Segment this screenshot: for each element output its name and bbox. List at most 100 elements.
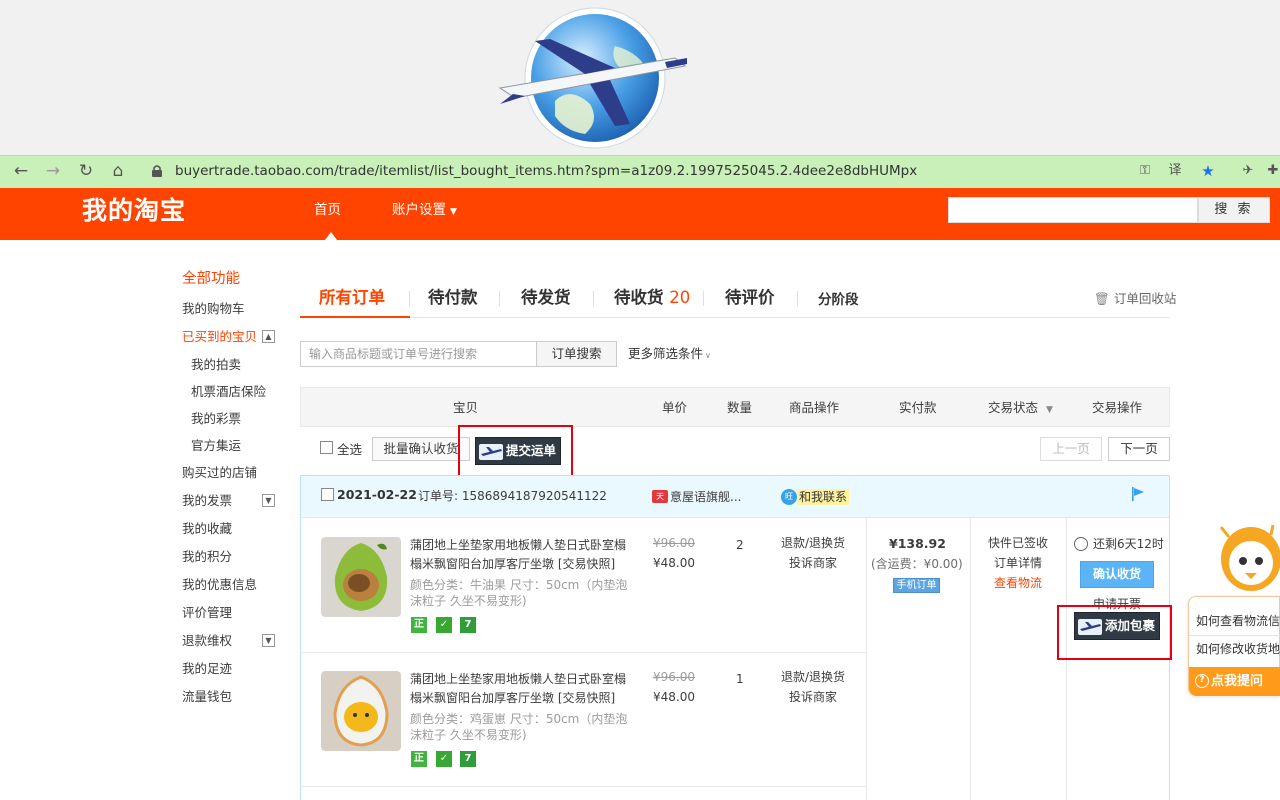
quantity: 2 — [736, 538, 744, 552]
refund-link[interactable]: 退款/退换货 — [781, 533, 845, 553]
url-text[interactable]: buyertrade.taobao.com/trade/itemlist/lis… — [175, 161, 917, 181]
extensions-puzzle-icon[interactable]: ✚ — [1266, 162, 1280, 180]
chevron-down-icon: ∨ — [705, 351, 711, 360]
nav-account-label: 账户设置 — [392, 202, 446, 218]
order-detail-link[interactable]: 订单详情 — [994, 553, 1042, 573]
chat-icon[interactable]: 旺 — [781, 489, 797, 505]
order-date: 2021-02-22 — [337, 487, 417, 502]
bookmark-star-icon[interactable]: ★ — [1198, 162, 1218, 180]
service-badge-icon: ✓ — [436, 617, 452, 633]
col-divider — [866, 518, 867, 800]
translate-icon[interactable]: 译 — [1165, 162, 1185, 180]
help-question-logistics[interactable]: 如何查看物流信息 — [1196, 613, 1280, 629]
recycle-label: 订单回收站 — [1113, 291, 1177, 306]
sidebar-item-footprints[interactable]: 我的足迹 — [182, 661, 232, 677]
expand-down-icon[interactable]: ▼ — [262, 494, 275, 507]
ask-question-button[interactable]: ? 点我提问 — [1189, 667, 1280, 696]
sidebar-item-invoice[interactable]: 我的发票 — [182, 493, 232, 509]
nav-home[interactable]: 首页 — [314, 201, 341, 219]
batch-confirm-button[interactable]: 批量确认收货 — [372, 437, 470, 461]
complain-link[interactable]: 投诉商家 — [789, 553, 837, 573]
tab-unshipped[interactable]: 待发货 — [521, 287, 571, 309]
order-checkbox[interactable] — [321, 488, 334, 501]
tab-all-orders[interactable]: 所有订单 — [319, 287, 385, 309]
col-status[interactable]: 交易状态 ▼ — [988, 400, 1053, 418]
active-nav-caret-icon — [325, 232, 337, 240]
sidebar-item-dataflow[interactable]: 流量钱包 — [182, 689, 232, 705]
col-unit-price: 单价 — [662, 400, 688, 415]
tab-separator — [797, 291, 798, 306]
shop-name-link[interactable]: 意屋语旗舰... — [670, 489, 741, 505]
col-item-ops: 商品操作 — [789, 400, 840, 415]
tmall-shop-icon: 天 — [652, 490, 668, 503]
more-filters-link[interactable]: 更多筛选条件 ∨ — [628, 346, 711, 364]
select-all-checkbox[interactable] — [320, 441, 333, 454]
tab-unreceived-count: 20 — [669, 288, 691, 307]
reload-icon[interactable]: ↻ — [75, 160, 97, 182]
home-icon[interactable]: ⌂ — [107, 160, 129, 182]
brand-logo[interactable]: 我的淘宝 — [82, 194, 186, 228]
order-search-button[interactable]: 订单搜索 — [536, 341, 617, 367]
key-icon[interactable]: ⚿ — [1135, 162, 1155, 180]
product-title-link[interactable]: 蒲团地上坐垫家用地板懒人垫日式卧室榻榻米飘窗阳台加厚客厅坐墩 [交易快照] — [410, 536, 635, 574]
lock-icon[interactable] — [150, 164, 164, 178]
tab-phased[interactable]: 分阶段 — [818, 289, 859, 311]
confirm-receipt-button[interactable]: 确认收货 — [1080, 561, 1154, 588]
select-all-label[interactable]: 全选 — [337, 442, 362, 458]
plane-icon — [479, 444, 503, 460]
status-signed: 快件已签收 — [988, 536, 1049, 550]
product-title-link[interactable]: 蒲团地上坐垫家用地板懒人垫日式卧室榻榻米飘窗阳台加厚客厅坐墩 [交易快照] — [410, 670, 635, 708]
sidebar-item-reviews[interactable]: 评价管理 — [182, 605, 232, 621]
complain-link[interactable]: 投诉商家 — [789, 687, 837, 707]
tab-unpaid[interactable]: 待付款 — [428, 287, 478, 309]
product-attributes: 颜色分类：鸡蛋崽 尺寸：50cm（内垫泡沫粒子 久坐不易变形) — [410, 712, 628, 742]
plane-globe-logo — [498, 7, 687, 149]
sidebar-item-coupons[interactable]: 我的优惠信息 — [182, 577, 257, 593]
tab-separator — [499, 291, 500, 306]
back-icon[interactable]: ← — [10, 160, 32, 182]
tab-unreceived[interactable]: 待收货 20 — [614, 287, 690, 309]
forward-icon[interactable]: → — [42, 160, 64, 182]
help-divider — [1189, 635, 1280, 636]
col-divider — [970, 518, 971, 800]
header-search-button[interactable]: 搜 索 — [1198, 197, 1270, 223]
sidebar-item-auction[interactable]: 我的拍卖 — [191, 357, 241, 373]
genuine-badge-icon: 正 — [411, 617, 427, 633]
sidebar-item-cart[interactable]: 我的购物车 — [182, 301, 245, 317]
sidebar-item-bought[interactable]: 已买到的宝贝 — [182, 329, 257, 345]
collapse-up-icon[interactable]: ▲ — [262, 330, 275, 343]
sidebar-item-points[interactable]: 我的积分 — [182, 549, 232, 565]
header-search-input[interactable] — [948, 197, 1198, 223]
help-question-address[interactable]: 如何修改收货地址 — [1196, 641, 1280, 657]
sidebar-item-shops[interactable]: 购买过的店铺 — [182, 465, 257, 481]
tab-unreviewed[interactable]: 待评价 — [725, 287, 775, 309]
sidebar-item-refund[interactable]: 退款维权 — [182, 633, 232, 649]
view-logistics-link[interactable]: 查看物流 — [994, 573, 1042, 593]
next-page-button[interactable]: 下一页 — [1108, 437, 1170, 461]
contact-seller-link[interactable]: 和我联系 — [797, 489, 850, 505]
tab-separator — [409, 291, 410, 306]
expand-down-icon[interactable]: ▼ — [262, 634, 275, 647]
recycle-bin-link[interactable]: 🗑 订单回收站 — [1094, 291, 1176, 307]
sidebar-item-official-shipping[interactable]: 官方集运 — [191, 438, 241, 454]
sidebar-item-travel[interactable]: 机票酒店保险 — [191, 384, 266, 400]
order-search-input[interactable]: 输入商品标题或订单号进行搜索 — [300, 341, 537, 367]
nav-account-settings[interactable]: 账户设置 ▼ — [392, 201, 457, 221]
plane-icon — [1078, 619, 1102, 635]
product-image-egg[interactable] — [321, 671, 401, 751]
order-card — [300, 475, 1170, 800]
sidebar-all-functions[interactable]: 全部功能 — [182, 271, 240, 287]
sidebar-item-lottery[interactable]: 我的彩票 — [191, 411, 241, 427]
product-image-avocado[interactable] — [321, 537, 401, 617]
assistant-mascot-icon[interactable] — [1213, 517, 1280, 597]
submit-waybill-label: 提交运单 — [506, 443, 557, 458]
question-icon: ? — [1195, 674, 1209, 688]
flag-icon[interactable] — [1130, 486, 1146, 502]
prev-page-button[interactable]: 上一页 — [1040, 437, 1102, 461]
extension-plane-icon[interactable]: ✈ — [1238, 162, 1258, 180]
submit-waybill-button[interactable]: 提交运单 — [475, 437, 561, 465]
row-divider — [301, 652, 866, 653]
refund-link[interactable]: 退款/退换货 — [781, 667, 845, 687]
add-package-button[interactable]: 添加包裹 — [1074, 612, 1160, 640]
sidebar-item-favorites[interactable]: 我的收藏 — [182, 521, 232, 537]
